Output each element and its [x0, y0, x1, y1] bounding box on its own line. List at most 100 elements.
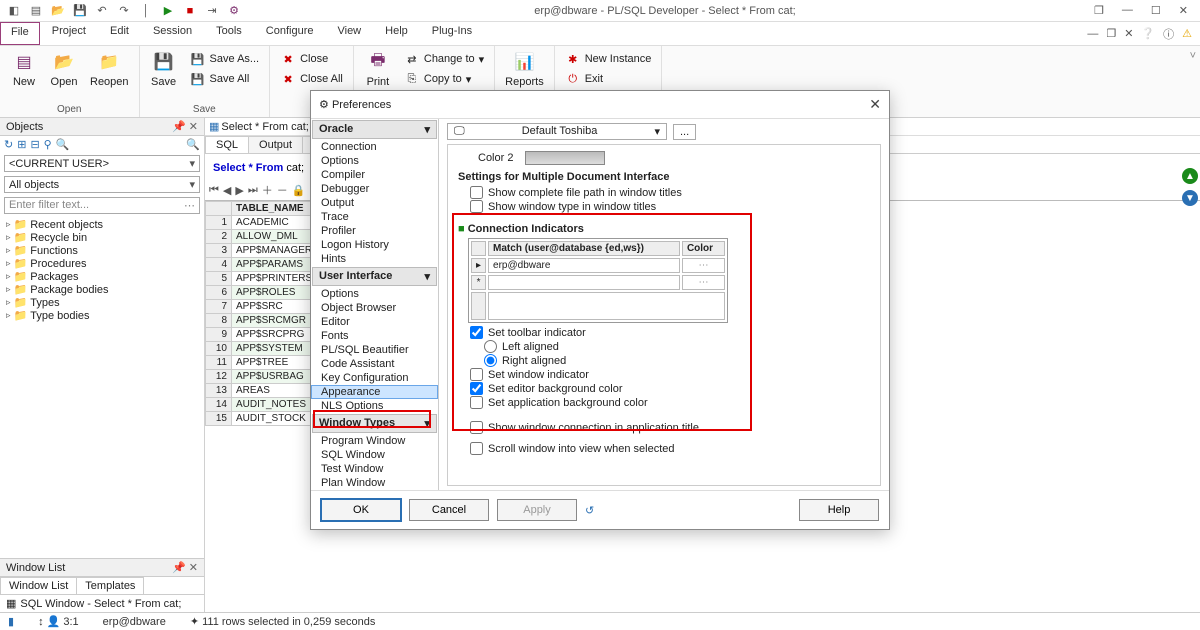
nav-item-plan-window[interactable]: Plan Window [311, 476, 438, 490]
panel-close-icon[interactable]: ✕ [189, 562, 198, 574]
ci-row-selector[interactable]: ▸ [471, 258, 486, 273]
ci-col-color[interactable]: Color [682, 241, 725, 256]
menu-file[interactable]: File [0, 22, 40, 45]
filter-icon[interactable]: ⚲ [44, 138, 52, 151]
saveas-button[interactable]: 💾Save As... [186, 50, 264, 68]
tab-templates[interactable]: Templates [76, 577, 144, 594]
expand-icon[interactable]: ⊞ [17, 138, 26, 151]
ci-cell-color[interactable]: ⋯ [682, 258, 725, 273]
nav-item-nls-options[interactable]: NLS Options [311, 399, 438, 413]
closeall-button[interactable]: ✖Close All [276, 70, 347, 88]
qa-undo-icon[interactable]: ↶ [94, 3, 110, 19]
grid-add-icon[interactable]: ＋ [262, 182, 273, 198]
menu-plugins[interactable]: Plug-Ins [420, 22, 484, 45]
subtab-output[interactable]: Output [248, 136, 303, 153]
chk-showconn[interactable]: Show window connection in application ti… [470, 421, 870, 434]
nav-item-trace[interactable]: Trace [311, 210, 438, 224]
nav-item-options[interactable]: Options [311, 154, 438, 168]
save-button[interactable]: 💾Save [146, 48, 182, 90]
nav-item-profiler[interactable]: Profiler [311, 224, 438, 238]
tab-windowlist[interactable]: Window List [0, 577, 77, 594]
tree-node[interactable]: ▹📁Procedures [4, 257, 200, 270]
nav-item-sql-window[interactable]: SQL Window [311, 448, 438, 462]
reset-icon[interactable]: ↺ [585, 504, 594, 517]
ci-cell-match[interactable]: erp@dbware [488, 258, 680, 273]
chk-scroll[interactable]: Scroll window into view when selected [470, 442, 870, 455]
nav-oracle-header[interactable]: Oracle▾ [312, 120, 437, 139]
pin-icon[interactable]: 📌 [172, 562, 186, 574]
reports-button[interactable]: 📊Reports [501, 48, 548, 90]
cancel-button[interactable]: Cancel [409, 499, 489, 521]
changeto-button[interactable]: ⇄Change to ▾ [400, 50, 488, 68]
preset-combo[interactable]: 🖵 Default Toshiba▾ [447, 123, 667, 140]
nav-item-appearance[interactable]: Appearance [311, 385, 438, 399]
refresh-icon[interactable]: ↻ [4, 138, 13, 151]
filter-input[interactable]: Enter filter text...⋯ [4, 197, 200, 214]
grid-first-icon[interactable]: ⏮ [209, 184, 219, 197]
nav-item-program-window[interactable]: Program Window [311, 434, 438, 448]
tree-node[interactable]: ▹📁Functions [4, 244, 200, 257]
nav-down-icon[interactable]: ▼ [1182, 190, 1198, 206]
saveall-button[interactable]: 💾Save All [186, 70, 264, 88]
copyto-button[interactable]: ⎘Copy to ▾ [400, 70, 488, 88]
chk-window-indicator[interactable]: Set window indicator [470, 368, 870, 381]
menu-configure[interactable]: Configure [254, 22, 326, 45]
nav-item-connection[interactable]: Connection [311, 140, 438, 154]
ribbon-collapse-icon[interactable]: ˅ [1186, 46, 1200, 117]
tree-node[interactable]: ▹📁Packages [4, 270, 200, 283]
nav-wt-header[interactable]: Window Types▾ [312, 414, 437, 433]
nav-item-logon-history[interactable]: Logon History [311, 238, 438, 252]
print-button[interactable]: 🖶Print [360, 48, 396, 90]
qa-new-icon[interactable]: ▤ [28, 3, 44, 19]
grid-last-icon[interactable]: ⏭ [248, 184, 258, 197]
qa-run-icon[interactable]: ▶ [160, 3, 176, 19]
chk-filepath[interactable]: Show complete file path in window titles [470, 186, 870, 199]
child-minimize-icon[interactable]: — [1087, 28, 1098, 40]
newinstance-button[interactable]: ✱New Instance [561, 50, 656, 68]
restore-child-icon[interactable]: ❐ [1094, 4, 1104, 17]
nav-item-object-browser[interactable]: Object Browser [311, 301, 438, 315]
tree-node[interactable]: ▹📁Recycle bin [4, 231, 200, 244]
nav-item-output[interactable]: Output [311, 196, 438, 210]
col-tablename[interactable]: TABLE_NAME [232, 202, 317, 216]
new-button[interactable]: ▤New [6, 48, 42, 90]
menu-edit[interactable]: Edit [98, 22, 141, 45]
tree-node[interactable]: ▹📁Types [4, 296, 200, 309]
editor-tab-label[interactable]: Select * From cat; [221, 121, 308, 133]
windowlist-item[interactable]: ▦SQL Window - Select * From cat; [0, 595, 204, 612]
pin-icon[interactable]: 📌 [172, 121, 186, 133]
menu-view[interactable]: View [325, 22, 373, 45]
exit-button[interactable]: ⏻Exit [561, 70, 656, 88]
child-close-icon[interactable]: ✕ [1124, 27, 1133, 40]
preset-more-button[interactable]: ... [673, 124, 696, 140]
help-button[interactable]: Help [799, 499, 879, 521]
help-icon[interactable]: ❔ [1141, 27, 1155, 40]
maximize-icon[interactable]: ☐ [1151, 4, 1161, 17]
menu-help[interactable]: Help [373, 22, 420, 45]
collapse-icon[interactable]: ⊟ [30, 138, 39, 151]
chk-editor-bg[interactable]: Set editor background color [470, 382, 870, 395]
grid-lock-icon[interactable]: 🔒 [292, 184, 306, 197]
nav-item-hints[interactable]: Hints [311, 252, 438, 266]
info-icon[interactable]: ⓘ [1163, 26, 1174, 42]
ci-row-new[interactable]: * [471, 275, 486, 290]
menu-tools[interactable]: Tools [204, 22, 254, 45]
user-combo[interactable]: <CURRENT USER>▾ [4, 155, 200, 172]
qa-open-icon[interactable]: 📂 [50, 3, 66, 19]
nav-item-pl-sql-beautifier[interactable]: PL/SQL Beautifier [311, 343, 438, 357]
qa-save-icon[interactable]: 💾 [72, 3, 88, 19]
ci-col-match[interactable]: Match (user@database {ed,ws}) [488, 241, 680, 256]
nav-item-options[interactable]: Options [311, 287, 438, 301]
grid-del-icon[interactable]: － [277, 182, 288, 198]
objecttype-combo[interactable]: All objects▾ [4, 176, 200, 193]
nav-ui-header[interactable]: User Interface▾ [312, 267, 437, 286]
ci-grid[interactable]: Match (user@database {ed,ws})Color ▸erp@… [468, 238, 728, 323]
nav-up-icon[interactable]: ▲ [1182, 168, 1198, 184]
apply-button[interactable]: Apply [497, 499, 577, 521]
filter-more-icon[interactable]: ⋯ [184, 199, 195, 212]
nav-item-test-window[interactable]: Test Window [311, 462, 438, 476]
pref-scroll[interactable]: Color 2 Settings for Multiple Document I… [447, 144, 881, 486]
grid-prev-icon[interactable]: ◀ [223, 184, 231, 197]
nav-item-key-configuration[interactable]: Key Configuration [311, 371, 438, 385]
nav-item-compiler[interactable]: Compiler [311, 168, 438, 182]
